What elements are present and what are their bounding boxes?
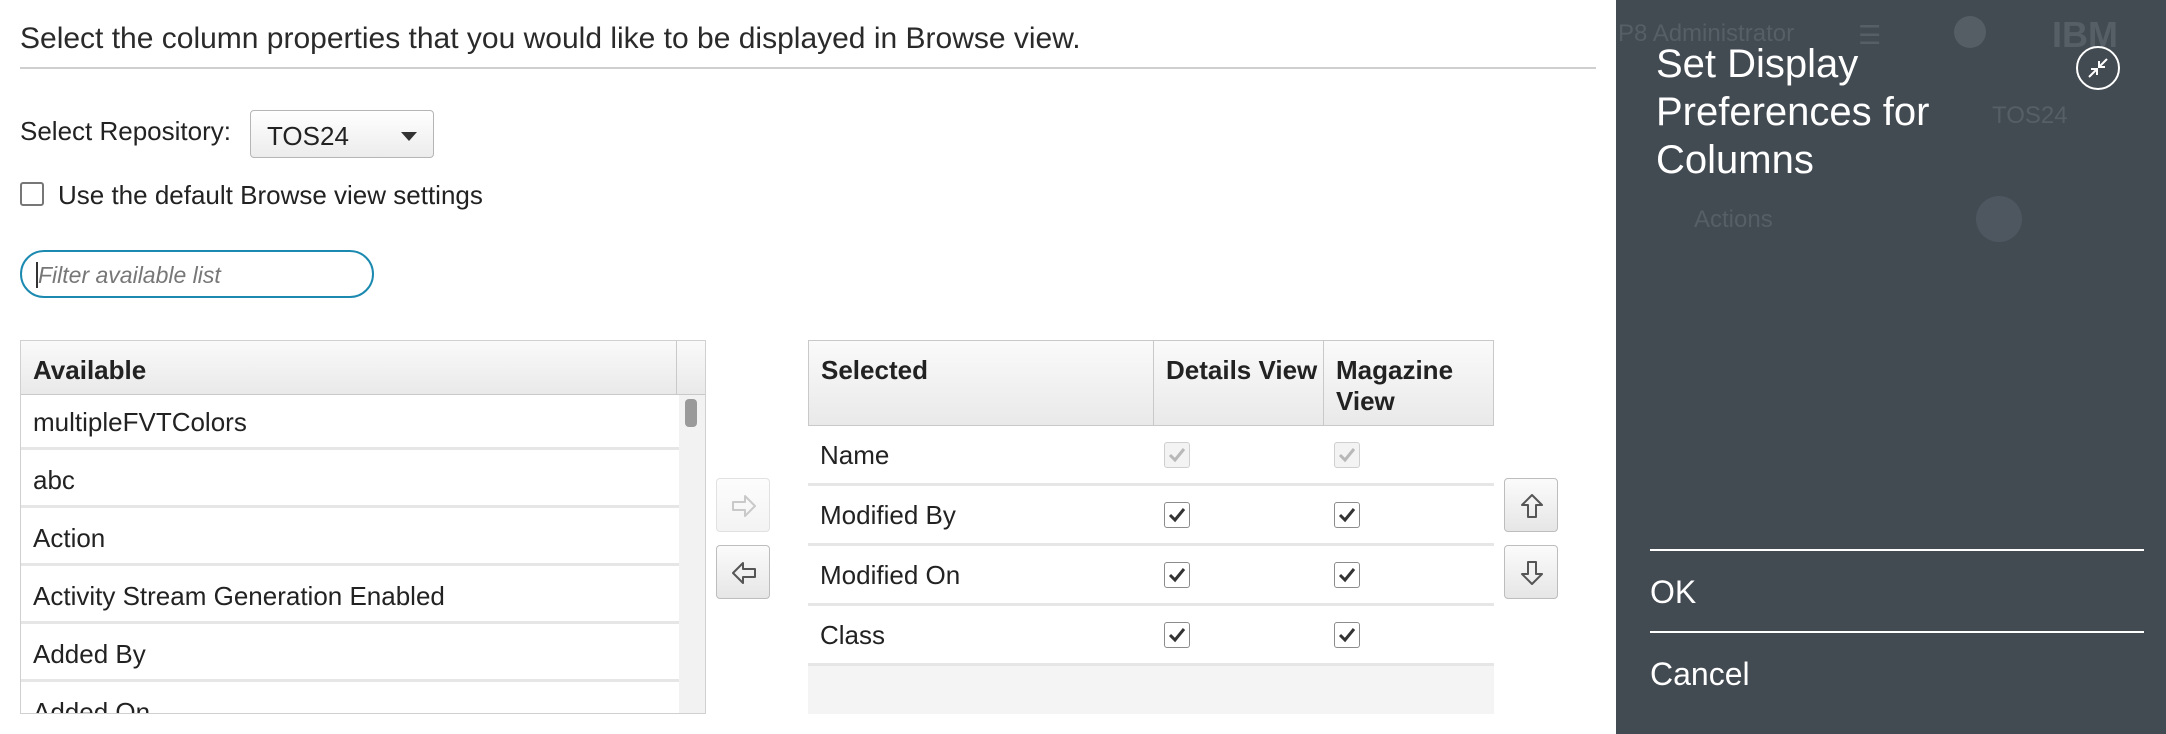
background-actions: Actions (1694, 206, 1773, 233)
divider (1650, 549, 2144, 551)
available-list: Available multipleFVTColors abc Action A… (20, 340, 706, 714)
divider (20, 67, 1596, 69)
preferences-form: Select the column properties that you wo… (0, 0, 1616, 734)
add-to-selected-button[interactable] (716, 478, 770, 532)
arrow-up-icon (1521, 494, 1543, 518)
collapse-button[interactable] (2076, 46, 2120, 90)
arrow-left-icon (732, 562, 756, 584)
checkmark-icon (1338, 508, 1356, 523)
arrow-down-icon (1521, 561, 1543, 585)
magazine-view-header: Magazine View (1323, 340, 1494, 426)
remove-from-selected-button[interactable] (716, 545, 770, 599)
magazine-view-checkbox (1334, 442, 1360, 468)
row-name: Modified On (820, 560, 961, 590)
selected-header: Selected (808, 340, 1154, 426)
details-view-checkbox[interactable] (1164, 622, 1190, 648)
checkmark-icon (1338, 568, 1356, 583)
details-view-checkbox (1164, 442, 1190, 468)
row-name: Class (820, 620, 886, 650)
default-settings-label: Use the default Browse view settings (58, 180, 483, 210)
list-item[interactable]: Added On (21, 685, 679, 713)
table-row[interactable]: Modified By (808, 486, 1494, 546)
arrow-right-icon (732, 495, 756, 517)
checkmark-icon (1338, 628, 1356, 643)
filter-input[interactable]: Filter available list (20, 250, 374, 298)
list-item[interactable]: Action (21, 511, 679, 566)
checkmark-icon (1168, 628, 1186, 643)
scrollbar-thumb[interactable] (685, 399, 697, 427)
table-row[interactable]: Modified On (808, 546, 1494, 606)
list-item[interactable]: multipleFVTColors (21, 395, 679, 450)
checkmark-icon (1168, 568, 1186, 583)
scrollbar-track[interactable] (679, 395, 705, 713)
repository-label: Select Repository: (20, 116, 231, 146)
row-name: Name (820, 440, 890, 470)
default-settings-checkbox[interactable] (20, 182, 44, 206)
magazine-view-checkbox[interactable] (1334, 562, 1360, 588)
cancel-button[interactable]: Cancel (1650, 656, 1750, 693)
details-view-header: Details View (1153, 340, 1324, 426)
selected-table: Selected Details View Magazine View Name… (808, 340, 1494, 714)
repository-select[interactable]: TOS24 (250, 110, 434, 158)
move-up-button[interactable] (1504, 478, 1558, 532)
details-view-checkbox[interactable] (1164, 562, 1190, 588)
background-view-icon (1976, 196, 2022, 242)
divider (1650, 631, 2144, 633)
list-item[interactable]: Added By (21, 627, 679, 682)
panel-title: Set Display Preferences for Columns (1656, 42, 1930, 182)
checkmark-icon (1168, 508, 1186, 523)
collapse-icon (2088, 58, 2108, 78)
available-header-spacer (677, 341, 705, 395)
selected-empty-area (808, 666, 1494, 714)
repository-value: TOS24 (267, 121, 349, 151)
table-row[interactable]: Name (808, 426, 1494, 486)
list-item[interactable]: abc (21, 453, 679, 508)
magazine-view-checkbox[interactable] (1334, 502, 1360, 528)
row-name: Modified By (820, 500, 956, 530)
filter-placeholder: Filter available list (38, 262, 221, 288)
checkmark-icon (1338, 448, 1356, 463)
checkmark-icon (1168, 448, 1186, 463)
table-row[interactable]: Class (808, 606, 1494, 666)
move-down-button[interactable] (1504, 545, 1558, 599)
ok-button[interactable]: OK (1650, 574, 1696, 611)
dialog-side-panel: P8 Administrator ☰ IBM TOS24 Actions Set… (1616, 0, 2166, 734)
instruction-text: Select the column properties that you wo… (20, 22, 1081, 55)
background-repo: TOS24 (1992, 102, 2068, 129)
available-header: Available (21, 341, 677, 395)
chevron-down-icon (401, 132, 417, 141)
list-item[interactable]: Activity Stream Generation Enabled (21, 569, 679, 624)
details-view-checkbox[interactable] (1164, 502, 1190, 528)
magazine-view-checkbox[interactable] (1334, 622, 1360, 648)
